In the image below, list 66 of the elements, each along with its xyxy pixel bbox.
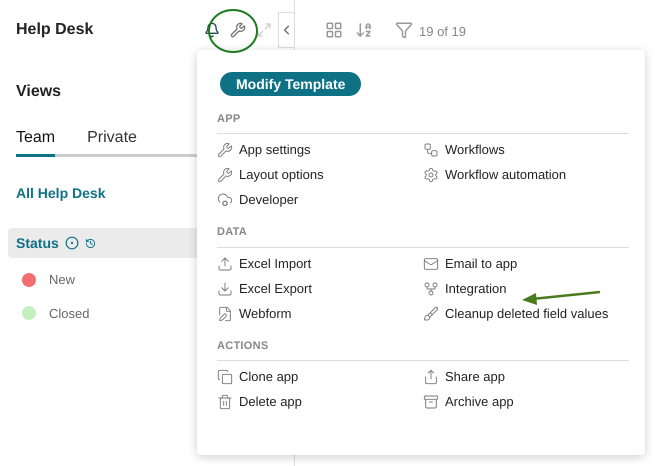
menu-item[interactable]: Integration [423, 278, 629, 298]
menu-item[interactable]: App settings [217, 140, 423, 160]
target-icon[interactable] [64, 236, 79, 250]
menu-item[interactable]: Email to app [423, 254, 629, 274]
trash-icon [217, 394, 233, 410]
collapse-button[interactable] [278, 12, 294, 48]
grid-icon[interactable] [325, 21, 343, 39]
share-icon [423, 369, 439, 385]
menu-item[interactable]: Workflow automation [423, 165, 629, 185]
menu-item[interactable]: Layout options [217, 165, 423, 185]
menu-item-label: Email to app [445, 254, 518, 273]
modify-template-button[interactable]: Modify Template [220, 72, 362, 96]
menu-item-label: Delete app [239, 393, 302, 411]
status-label[interactable]: Closed [49, 304, 90, 323]
history-icon[interactable] [84, 238, 96, 248]
view-link[interactable]: All Help Desk [16, 183, 106, 204]
views-heading: Views [16, 82, 62, 102]
group-label: Status [16, 234, 59, 252]
menu-item[interactable]: Share app [423, 367, 629, 387]
menu-item[interactable]: Workflows [423, 140, 629, 160]
menu-item-label: App settings [239, 141, 311, 159]
wrench-icon [217, 142, 233, 158]
menu-item[interactable]: Clone app [217, 367, 423, 387]
record-count: 19 of 19 [419, 23, 466, 41]
app-title: Help Desk [16, 20, 94, 40]
cloud-gear-icon [217, 192, 233, 208]
menu-item[interactable]: Webform [217, 304, 423, 324]
gear-icon [423, 167, 439, 183]
menu-item-label: Developer [239, 191, 298, 209]
section-title: DATA [217, 224, 629, 248]
section-title: ACTIONS [217, 338, 629, 361]
annotation-circle [207, 8, 259, 54]
menu-item-label: Webform [239, 304, 292, 322]
menu-item-label: Workflow automation [445, 166, 566, 184]
menu-item-label: Cleanup deleted field values [445, 304, 608, 323]
filter-icon[interactable] [395, 21, 413, 39]
archive-icon [423, 394, 439, 410]
wrench-icon[interactable] [230, 22, 246, 38]
menu-item[interactable]: Developer [217, 190, 423, 210]
workflow-icon [423, 142, 439, 158]
menu-item-label: Share app [445, 368, 505, 386]
menu-item[interactable]: Cleanup deleted field values [423, 304, 629, 324]
envelope-icon [423, 256, 439, 272]
view-tab[interactable]: Private [87, 126, 137, 157]
wrench-icon [217, 167, 233, 183]
copy-icon [217, 369, 233, 385]
sort-icon[interactable] [355, 21, 373, 39]
section-title: APP [217, 110, 629, 134]
menu-item-label: Layout options [239, 166, 324, 184]
view-tab[interactable]: Team [16, 126, 56, 157]
form-icon [217, 306, 233, 322]
expand-icon[interactable] [256, 22, 272, 38]
menu-item-label: Clone app [239, 368, 298, 386]
menu-item[interactable]: Archive app [423, 392, 629, 412]
menu-item-label: Integration [445, 280, 506, 298]
menu-item-label: Archive app [445, 393, 514, 411]
menu-item[interactable]: Excel Export [217, 278, 423, 298]
download-icon [217, 280, 233, 296]
menu-item-label: Workflows [445, 141, 505, 159]
menu-item-label: Excel Export [239, 280, 312, 298]
fork-icon [423, 280, 439, 296]
bell-icon[interactable] [204, 22, 220, 38]
status-label[interactable]: New [49, 270, 76, 290]
upload-icon [217, 256, 233, 272]
menu-item[interactable]: Delete app [217, 392, 423, 412]
brush-icon [423, 306, 439, 322]
